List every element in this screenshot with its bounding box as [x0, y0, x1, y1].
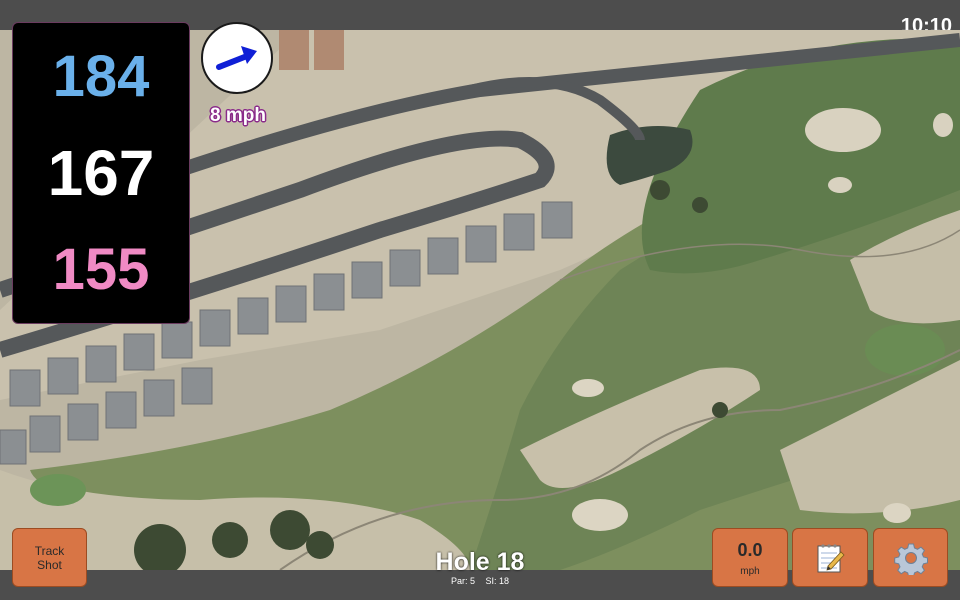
track-shot-button[interactable]: Track Shot: [12, 528, 87, 587]
hole-title: Hole 18: [435, 548, 525, 576]
track-shot-label-line1: Track: [34, 543, 65, 558]
settings-button[interactable]: [873, 528, 948, 587]
hole-info: Hole 18 Par: 5 SI: 18: [380, 548, 580, 586]
wind-arrow-icon: [216, 46, 257, 70]
speed-value: 0.0: [737, 539, 763, 560]
distance-panel: 184 167 155: [12, 22, 190, 324]
distance-back: 184: [52, 44, 150, 109]
track-shot-label-line2: Shot: [37, 557, 62, 572]
speed-unit: mph: [740, 565, 760, 577]
notes-button[interactable]: [792, 528, 868, 587]
distance-middle: 167: [47, 137, 155, 209]
speed-button[interactable]: 0.0 mph: [712, 528, 788, 587]
wind-speed: 8 mph: [210, 105, 266, 126]
hole-subtitle: Par: 5 SI: 18: [380, 576, 580, 586]
distance-front: 155: [52, 237, 150, 302]
gear-icon: [893, 543, 928, 575]
hole-stroke-index: SI: 18: [485, 576, 510, 586]
hole-par: Par: 5: [450, 576, 475, 586]
wind-indicator: [201, 22, 273, 94]
notepad-icon: [817, 543, 845, 572]
